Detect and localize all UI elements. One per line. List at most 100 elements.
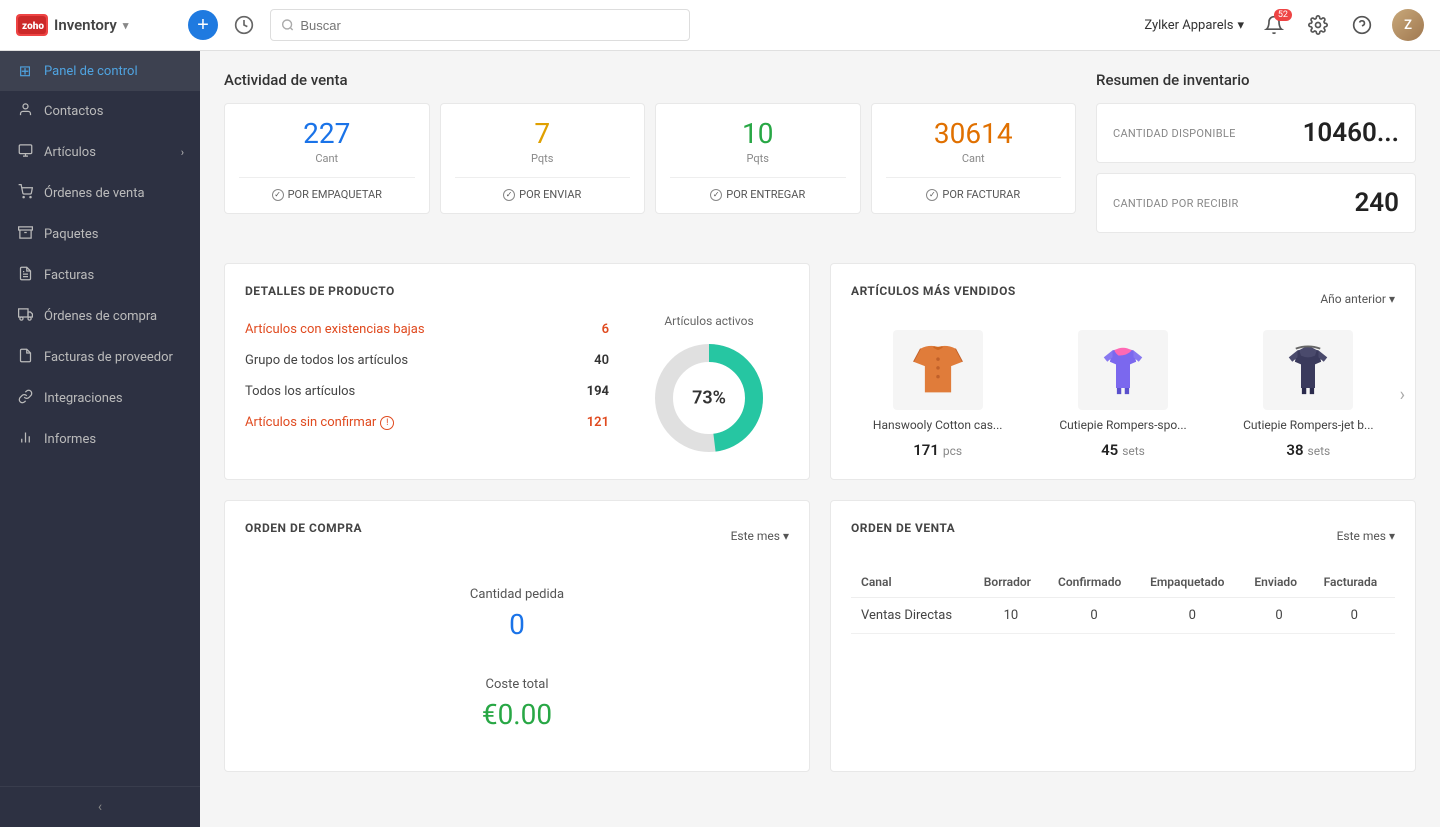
invoice-unit: Cant: [962, 152, 985, 165]
top-selling-period-selector[interactable]: Año anterior ▾: [1320, 292, 1395, 306]
mid-row: DETALLES DE PRODUCTO Artículos con exist…: [224, 263, 1416, 480]
notifications-button[interactable]: 52: [1260, 11, 1288, 39]
selling-product-3: Cutiepie Rompers-jet b... 38 sets: [1222, 330, 1395, 459]
org-chevron-icon: ▾: [1237, 18, 1244, 33]
user-avatar[interactable]: Z: [1392, 9, 1424, 41]
main-content: Actividad de venta 227 Cant ✓ POR EMPAQU…: [200, 51, 1440, 827]
sidebar-item-dashboard[interactable]: ⊞ Panel de control: [0, 51, 200, 91]
product-qty-3: 38 sets: [1286, 440, 1330, 459]
donut-label: Artículos activos: [664, 314, 753, 328]
topbar-right: Zylker Apparels ▾ 52 Z: [1144, 9, 1424, 41]
deliver-count: 10: [742, 120, 773, 148]
help-button[interactable]: [1348, 11, 1376, 39]
unconfirmed-count: 121: [587, 415, 609, 430]
search-box[interactable]: [270, 9, 690, 41]
sidebar-item-packages[interactable]: Paquetes: [0, 214, 200, 255]
collapse-icon: ‹: [98, 799, 102, 815]
info-icon: !: [380, 416, 394, 430]
invoice-circle-icon: ✓: [926, 189, 938, 201]
po-cost-label: Coste total: [486, 677, 549, 692]
sidebar-item-invoices-label: Facturas: [44, 268, 94, 283]
all-groups-count: 40: [594, 353, 609, 368]
selling-product-1: Hanswooly Cotton cas... 171 pcs: [851, 330, 1024, 459]
next-arrow-icon[interactable]: ›: [1400, 384, 1405, 405]
app-logo[interactable]: zoho Inventory ▾: [16, 14, 176, 36]
po-period-selector[interactable]: Este mes ▾: [731, 529, 789, 543]
activity-cards: 227 Cant ✓ POR EMPAQUETAR 7 Pqts: [224, 103, 1076, 214]
sidebar-collapse-button[interactable]: ‹: [0, 786, 200, 827]
po-qty-value: 0: [509, 608, 525, 641]
low-stock-link[interactable]: Artículos con existencias bajas: [245, 322, 425, 337]
low-stock-count: 6: [602, 322, 609, 337]
ship-unit: Pqts: [531, 152, 553, 165]
sidebar-item-invoices[interactable]: Facturas: [0, 255, 200, 296]
so-col-canal: Canal: [851, 567, 974, 598]
po-qty-label: Cantidad pedida: [470, 587, 564, 602]
so-col-confirmado: Confirmado: [1048, 567, 1140, 598]
so-col-empaquetado: Empaquetado: [1140, 567, 1244, 598]
product-name-1: Hanswooly Cotton cas...: [873, 418, 1003, 432]
top-row: Actividad de venta 227 Cant ✓ POR EMPAQU…: [224, 71, 1416, 243]
pack-label: ✓ POR EMPAQUETAR: [272, 188, 382, 201]
sidebar-item-vendor-bills[interactable]: Facturas de proveedor: [0, 337, 200, 378]
sidebar-item-vendor-bills-label: Facturas de proveedor: [44, 350, 173, 365]
available-qty-value: 10460...: [1303, 118, 1399, 148]
items-icon: [16, 143, 34, 162]
help-icon: [1352, 15, 1372, 35]
sidebar-item-sales-orders[interactable]: Órdenes de venta: [0, 173, 200, 214]
invoice-label: ✓ POR FACTURAR: [926, 188, 1020, 201]
so-cell-empaquetado: 0: [1140, 598, 1244, 634]
sidebar-item-contacts-label: Contactos: [44, 104, 103, 119]
integrations-icon: [16, 389, 34, 408]
all-items-count: 194: [587, 384, 609, 399]
sidebar-item-purchase-orders[interactable]: Órdenes de compra: [0, 296, 200, 337]
pending-qty-label: CANTIDAD POR RECIBIR: [1113, 197, 1239, 210]
sidebar-item-items-label: Artículos: [44, 145, 96, 160]
settings-button[interactable]: [1304, 11, 1332, 39]
app-logo-chevron-icon[interactable]: ▾: [123, 19, 129, 32]
unconfirmed-link[interactable]: Artículos sin confirmar !: [245, 415, 394, 430]
product-qty-1: 171 pcs: [913, 440, 962, 459]
invoices-icon: [16, 266, 34, 285]
po-title: ORDEN DE COMPRA: [245, 521, 362, 535]
top-selling-title: ARTÍCULOS MÁS VENDIDOS: [851, 284, 1016, 298]
search-input[interactable]: [300, 18, 679, 33]
donut-area: Artículos activos 73%: [629, 314, 789, 458]
so-chevron-icon: ▾: [1389, 529, 1395, 543]
org-selector[interactable]: Zylker Apparels ▾: [1144, 18, 1244, 33]
top-selling-section: ARTÍCULOS MÁS VENDIDOS Año anterior ▾: [830, 263, 1416, 480]
low-stock-row: Artículos con existencias bajas 6: [245, 314, 609, 345]
add-button[interactable]: +: [188, 10, 218, 40]
product-name-3: Cutiepie Rompers-jet b...: [1243, 418, 1373, 432]
org-name: Zylker Apparels: [1144, 18, 1233, 33]
so-header: ORDEN DE VENTA Este mes ▾: [851, 521, 1395, 551]
so-cell-facturada: 0: [1314, 598, 1395, 634]
sidebar-item-packages-label: Paquetes: [44, 227, 99, 242]
donut-chart: 73%: [649, 338, 769, 458]
so-cell-enviado: 0: [1244, 598, 1313, 634]
so-period-selector[interactable]: Este mes ▾: [1337, 529, 1395, 543]
sidebar-item-reports-label: Informes: [44, 432, 96, 447]
sidebar-item-items[interactable]: Artículos ›: [0, 132, 200, 173]
items-arrow-icon: ›: [181, 146, 184, 159]
inventory-summary-section: Resumen de inventario CANTIDAD DISPONIBL…: [1096, 71, 1416, 243]
product-details-title: DETALLES DE PRODUCTO: [245, 284, 789, 298]
sidebar-item-contacts[interactable]: Contactos: [0, 91, 200, 132]
sidebar-item-reports[interactable]: Informes: [0, 419, 200, 460]
ship-circle-icon: ✓: [503, 189, 515, 201]
product-list: Artículos con existencias bajas 6 Grupo …: [245, 314, 609, 458]
so-table-row: Ventas Directas 10 0 0 0 0: [851, 598, 1395, 634]
so-cell-confirmado: 0: [1048, 598, 1140, 634]
inventory-summary-title: Resumen de inventario: [1096, 71, 1416, 89]
purchase-orders-icon: [16, 307, 34, 326]
product-img-1: [893, 330, 983, 410]
so-col-borrador: Borrador: [974, 567, 1048, 598]
sidebar-item-integrations[interactable]: Integraciones: [0, 378, 200, 419]
app-body: ⊞ Panel de control Contactos Artículos ›…: [0, 51, 1440, 827]
search-icon: [281, 18, 294, 32]
activity-card-invoice: 30614 Cant ✓ POR FACTURAR: [871, 103, 1077, 214]
contacts-icon: [16, 102, 34, 121]
history-button[interactable]: [230, 11, 258, 39]
zoho-logo-icon: zoho: [16, 14, 48, 36]
product-qty-2: 45 sets: [1101, 440, 1145, 459]
